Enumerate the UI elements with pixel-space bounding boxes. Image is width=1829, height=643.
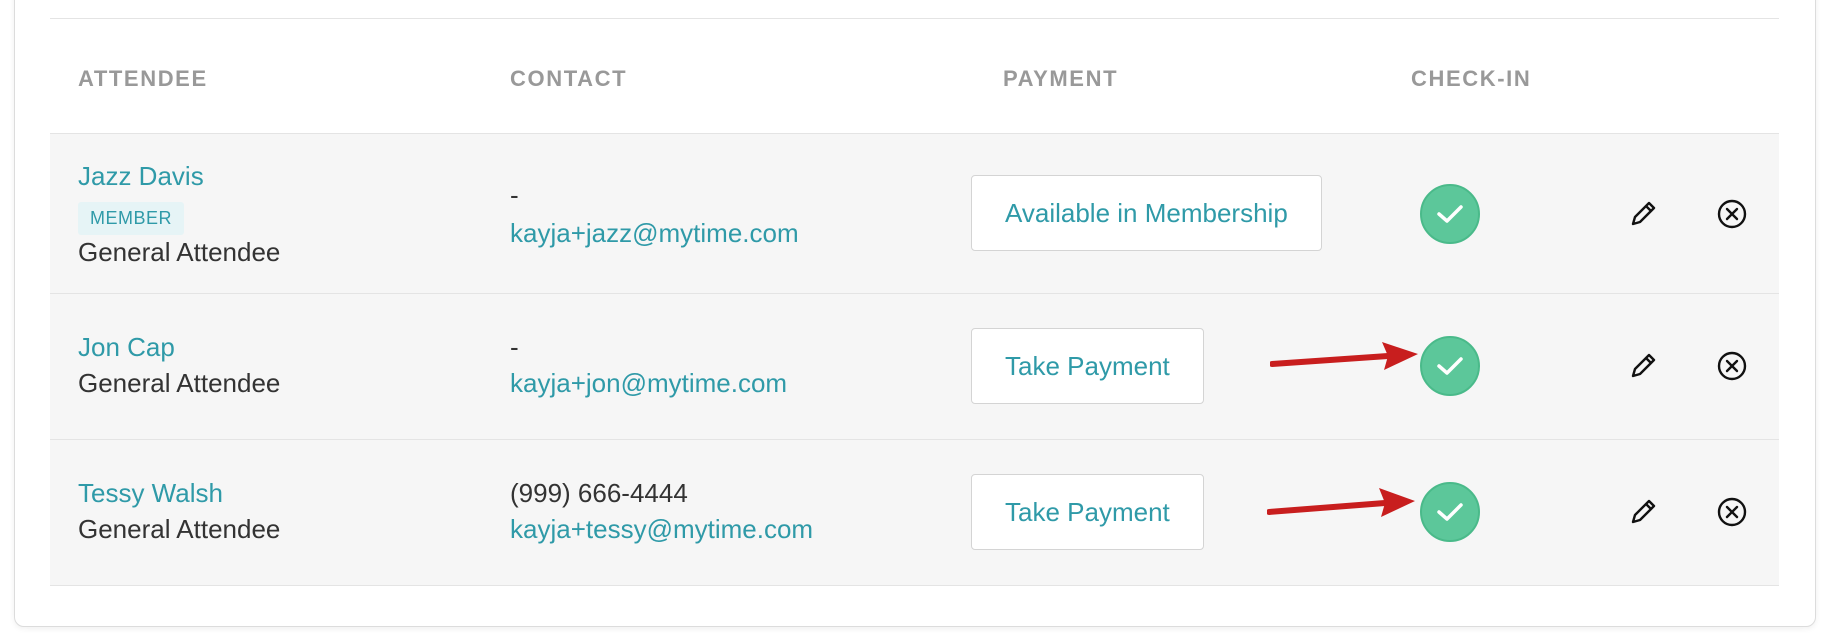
take-payment-button[interactable]: Take Payment (971, 328, 1204, 404)
attendee-role: General Attendee (78, 237, 281, 267)
attendee-role: General Attendee (78, 514, 281, 544)
header-payment: PAYMENT (1003, 66, 1119, 91)
header-contact: CONTACT (510, 66, 628, 91)
attendee-role: General Attendee (78, 368, 281, 398)
member-badge: MEMBER (78, 202, 185, 235)
check-icon (1437, 357, 1463, 375)
attendee-name-link[interactable]: Tessy Walsh (78, 478, 223, 509)
checkin-toggle[interactable] (1420, 184, 1480, 244)
attendee-email-link[interactable]: kayja+jazz@mytime.com (510, 218, 799, 249)
check-icon (1437, 205, 1463, 223)
table-row: Tessy Walsh General Attendee (999) 666-4… (50, 440, 1779, 586)
pencil-icon[interactable] (1625, 494, 1661, 530)
attendee-phone: (999) 666-4444 (510, 478, 688, 508)
table-row: Jazz Davis MEMBER General Attendee - kay… (50, 134, 1779, 294)
attendee-email-link[interactable]: kayja+jon@mytime.com (510, 368, 787, 399)
available-in-membership-button[interactable]: Available in Membership (971, 175, 1322, 251)
red-arrow-icon (1267, 488, 1415, 517)
red-arrow-icon (1270, 342, 1418, 370)
pencil-icon[interactable] (1625, 196, 1661, 232)
header-checkin: CHECK-IN (1411, 66, 1532, 91)
check-icon (1437, 503, 1463, 521)
attendee-phone: - (510, 180, 519, 210)
take-payment-button[interactable]: Take Payment (971, 474, 1204, 550)
close-circle-icon[interactable] (1714, 348, 1750, 384)
attendee-email-link[interactable]: kayja+tessy@mytime.com (510, 514, 813, 545)
attendee-table: ATTENDEE CONTACT PAYMENT CHECK-IN Jazz D… (50, 18, 1779, 586)
table-header: ATTENDEE CONTACT PAYMENT CHECK-IN (50, 19, 1779, 134)
checkin-toggle[interactable] (1420, 336, 1480, 396)
checkin-toggle[interactable] (1420, 482, 1480, 542)
close-circle-icon[interactable] (1714, 196, 1750, 232)
header-attendee: ATTENDEE (78, 66, 208, 91)
attendee-phone: - (510, 332, 519, 362)
pencil-icon[interactable] (1625, 348, 1661, 384)
attendee-name-link[interactable]: Jon Cap (78, 332, 175, 363)
attendee-name-link[interactable]: Jazz Davis (78, 161, 204, 192)
close-circle-icon[interactable] (1714, 494, 1750, 530)
table-row: Jon Cap General Attendee - kayja+jon@myt… (50, 294, 1779, 440)
